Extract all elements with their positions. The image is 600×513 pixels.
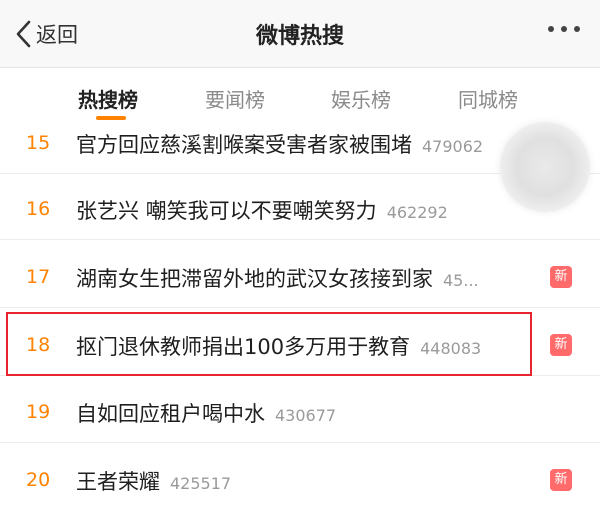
list-item[interactable]: 19 自如回应租户喝中水 430677 — [0, 385, 600, 443]
dot — [574, 26, 580, 32]
more-dots-icon[interactable] — [548, 26, 580, 32]
page-title: 微博热搜 — [255, 24, 344, 49]
dot — [548, 26, 554, 32]
tab-entertainment[interactable]: 娱乐榜 — [331, 84, 391, 113]
heat-count: 45... — [443, 271, 479, 290]
topic-text: 自如回应租户喝中水 430677 — [76, 398, 336, 428]
heat-count: 425517 — [170, 474, 232, 493]
highlight-box — [6, 312, 532, 376]
tab-hot-search[interactable]: 热搜榜 — [78, 84, 138, 113]
list-item[interactable]: 20 王者荣耀 425517 新 — [0, 453, 600, 511]
rank-number: 20 — [26, 469, 51, 491]
topic-text: 湖南女生把滞留外地的武汉女孩接到家 45... — [76, 263, 479, 293]
topic-title: 官方回应慈溪割喉案受害者家被围堵 — [76, 133, 412, 157]
heat-count: 479062 — [422, 137, 484, 156]
new-badge: 新 — [550, 469, 572, 491]
floating-assistive-button[interactable] — [500, 122, 590, 212]
topic-text: 官方回应慈溪割喉案受害者家被围堵 479062 — [76, 129, 483, 159]
active-tab-indicator — [96, 116, 126, 120]
rank-number: 15 — [26, 132, 51, 154]
dot — [561, 26, 567, 32]
tab-local[interactable]: 同城榜 — [458, 84, 518, 113]
topic-text: 王者荣耀 425517 — [76, 466, 231, 496]
topic-title: 湖南女生把滞留外地的武汉女孩接到家 — [76, 267, 433, 291]
list-item[interactable]: 17 湖南女生把滞留外地的武汉女孩接到家 45... 新 — [0, 250, 600, 308]
tab-news[interactable]: 要闻榜 — [205, 84, 265, 113]
tab-bar: 热搜榜 要闻榜 娱乐榜 同城榜 — [0, 68, 600, 126]
heat-count: 462292 — [386, 203, 448, 222]
topic-text: 张艺兴 嘲笑我可以不要嘲笑努力 462292 — [76, 195, 448, 225]
topic-title: 张艺兴 嘲笑我可以不要嘲笑努力 — [76, 199, 377, 223]
topic-title: 王者荣耀 — [76, 470, 160, 494]
new-badge: 新 — [550, 266, 572, 288]
navigation-bar: 返回 微博热搜 — [0, 0, 600, 68]
rank-number: 19 — [26, 401, 51, 423]
new-badge: 新 — [550, 334, 572, 356]
topic-title: 自如回应租户喝中水 — [76, 402, 265, 426]
rank-number: 16 — [26, 198, 51, 220]
rank-number: 17 — [26, 266, 51, 288]
heat-count: 430677 — [275, 406, 337, 425]
